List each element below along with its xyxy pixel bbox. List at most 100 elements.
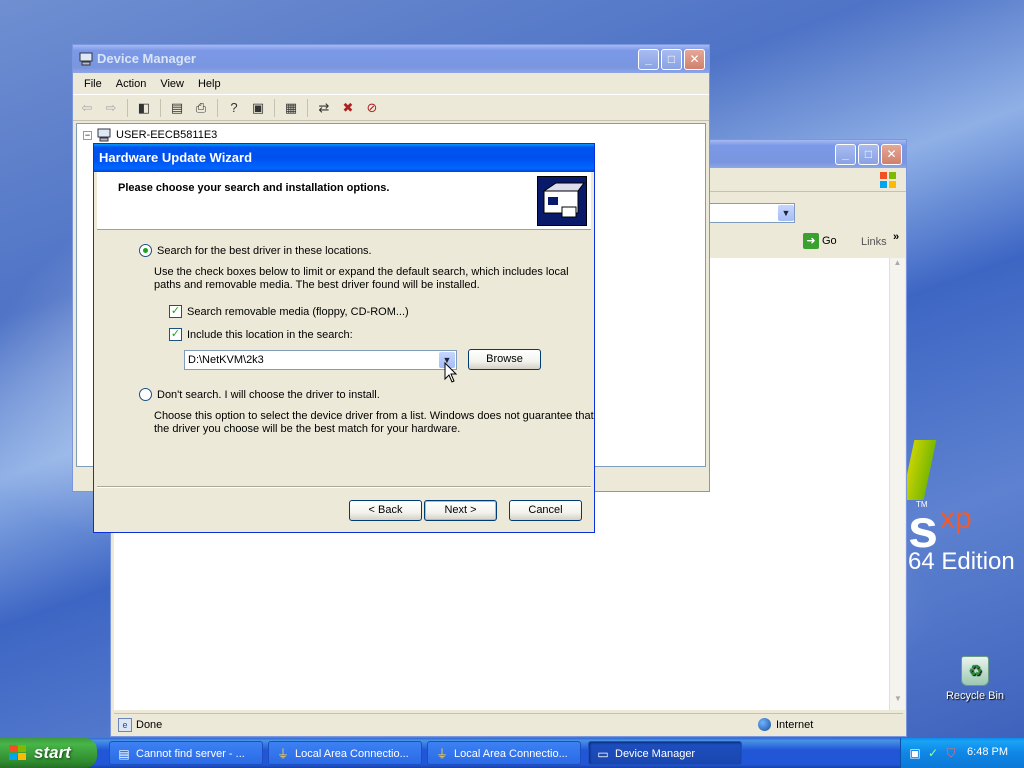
collapse-icon[interactable]: − bbox=[83, 130, 92, 140]
menu-file[interactable]: File bbox=[77, 78, 109, 90]
windows-flag-icon bbox=[878, 170, 898, 190]
toolbar-separator bbox=[127, 98, 128, 117]
page-done-icon: e bbox=[118, 717, 132, 732]
go-button[interactable]: ➜ Go bbox=[803, 233, 837, 249]
task-label: Local Area Connectio... bbox=[454, 748, 568, 760]
device-manager-titlebar[interactable]: Device Manager _ □ ✕ bbox=[73, 45, 709, 73]
minimize-button[interactable]: _ bbox=[638, 49, 659, 70]
print-icon[interactable]: ⎙ bbox=[191, 98, 211, 118]
search-option-description: Use the check boxes below to limit or ex… bbox=[154, 266, 569, 292]
radio-button-dont-search[interactable] bbox=[139, 388, 152, 401]
task-button-ie[interactable]: ▤ Cannot find server - ... bbox=[109, 741, 263, 765]
include-location-checkbox[interactable]: ✓ bbox=[169, 328, 182, 341]
dont-desc-line-2: the driver you choose will be the best m… bbox=[154, 423, 461, 435]
dont-desc-line-1: Choose this option to select the device … bbox=[154, 410, 594, 422]
browse-button[interactable]: Browse bbox=[468, 349, 541, 370]
maximize-button[interactable]: □ bbox=[661, 49, 682, 70]
scan-hardware-icon[interactable]: ▦ bbox=[281, 98, 301, 118]
network-icon: ⏚ bbox=[435, 747, 448, 761]
minimize-button[interactable]: _ bbox=[835, 144, 856, 165]
wizard-separator bbox=[97, 486, 591, 488]
taskbar: start ▤ Cannot find server - ... ⏚ Local… bbox=[0, 738, 1024, 768]
recycle-bin[interactable]: Recycle Bin bbox=[940, 656, 1010, 702]
search-desc-line-1: Use the check boxes below to limit or ex… bbox=[154, 266, 569, 278]
wizard-title: Hardware Update Wizard bbox=[99, 150, 253, 165]
close-button[interactable]: ✕ bbox=[684, 49, 705, 70]
wizard-titlebar[interactable]: Hardware Update Wizard bbox=[94, 144, 594, 172]
scrollbar-vertical[interactable]: ▲ ▼ bbox=[889, 258, 905, 710]
logo-xp-text: xp bbox=[940, 502, 972, 535]
ie-page-icon: ▤ bbox=[118, 747, 130, 761]
include-location-label: Include this location in the search: bbox=[187, 328, 353, 341]
computer-icon bbox=[97, 128, 111, 142]
dont-search-label: Don't search. I will choose the driver t… bbox=[157, 388, 380, 401]
mouse-cursor-icon bbox=[444, 362, 458, 383]
show-hide-tree-icon[interactable]: ◧ bbox=[134, 98, 154, 118]
removable-media-label: Search removable media (floppy, CD-ROM..… bbox=[187, 305, 409, 318]
security-tray-icon[interactable]: ✓ bbox=[925, 745, 941, 761]
scroll-up-icon[interactable]: ▲ bbox=[890, 258, 905, 274]
links-chevron-icon[interactable]: » bbox=[893, 231, 899, 243]
location-combobox[interactable]: D:\NetKVM\2k3 ▼ bbox=[184, 350, 457, 370]
recycle-bin-label: Recycle Bin bbox=[945, 690, 1005, 702]
go-label: Go bbox=[822, 235, 837, 247]
close-button[interactable]: ✕ bbox=[881, 144, 902, 165]
chevron-down-icon[interactable]: ▼ bbox=[778, 205, 794, 221]
dont-search-description: Choose this option to select the device … bbox=[154, 410, 594, 436]
uninstall-icon[interactable]: ✖ bbox=[338, 98, 358, 118]
globe-icon bbox=[758, 718, 771, 731]
help-icon[interactable]: ? bbox=[224, 98, 244, 118]
maximize-button[interactable]: □ bbox=[858, 144, 879, 165]
menu-view[interactable]: View bbox=[153, 78, 191, 90]
address-input[interactable]: ▼ bbox=[709, 203, 795, 223]
back-arrow-icon[interactable]: ⇦ bbox=[77, 98, 97, 118]
wizard-heading: Please choose your search and installati… bbox=[118, 182, 390, 194]
menu-help[interactable]: Help bbox=[191, 78, 228, 90]
menu-action[interactable]: Action bbox=[109, 78, 154, 90]
task-button-device-manager[interactable]: ▭ Device Manager bbox=[588, 741, 742, 765]
task-button-lan-1[interactable]: ⏚ Local Area Connectio... bbox=[268, 741, 422, 765]
cancel-button[interactable]: Cancel bbox=[509, 500, 582, 521]
search-option-radio[interactable]: Search for the best driver in these loca… bbox=[139, 244, 372, 257]
clock: 6:48 PM bbox=[967, 746, 1008, 758]
toolbar-separator bbox=[307, 98, 308, 117]
root-node-label: USER-EECB5811E3 bbox=[116, 129, 218, 141]
search-option-label: Search for the best driver in these loca… bbox=[157, 244, 372, 257]
back-button[interactable]: < Back bbox=[349, 500, 422, 521]
start-label: start bbox=[34, 743, 71, 762]
network-icon: ⏚ bbox=[276, 747, 289, 761]
toolbar: ⇦ ⇨ ◧ ▤ ⎙ ? ▣ ▦ ⇄ ✖ ⊘ bbox=[73, 95, 709, 121]
toolbar-separator bbox=[160, 98, 161, 117]
dont-search-option-radio[interactable]: Don't search. I will choose the driver t… bbox=[139, 388, 380, 401]
tree-root-node[interactable]: − USER-EECB5811E3 bbox=[83, 128, 217, 142]
view-icon[interactable]: ▣ bbox=[248, 98, 268, 118]
network-tray-icon[interactable]: ▣ bbox=[907, 745, 923, 761]
update-driver-icon[interactable]: ⇄ bbox=[314, 98, 334, 118]
task-label: Cannot find server - ... bbox=[136, 748, 245, 760]
start-button[interactable]: start bbox=[0, 738, 97, 768]
properties-icon[interactable]: ▤ bbox=[167, 98, 187, 118]
browser-statusbar: e Done Internet bbox=[114, 713, 903, 735]
location-value: D:\NetKVM\2k3 bbox=[188, 354, 264, 366]
include-location-checkbox-row[interactable]: ✓ Include this location in the search: bbox=[169, 328, 353, 341]
task-button-lan-2[interactable]: ⏚ Local Area Connectio... bbox=[427, 741, 581, 765]
next-button[interactable]: Next > bbox=[424, 500, 497, 521]
menu-bar: File Action View Help bbox=[73, 73, 709, 95]
task-label: Local Area Connectio... bbox=[295, 748, 409, 760]
search-desc-line-2: paths and removable media. The best driv… bbox=[154, 279, 480, 291]
hardware-update-wizard[interactable]: Hardware Update Wizard Please choose you… bbox=[93, 143, 595, 533]
links-label[interactable]: Links bbox=[861, 236, 887, 248]
logo-edition-text: 64 Edition bbox=[908, 548, 1015, 575]
window-title: Device Manager bbox=[97, 51, 196, 66]
disable-device-icon[interactable]: ⊘ bbox=[362, 98, 382, 118]
scroll-down-icon[interactable]: ▼ bbox=[890, 694, 906, 710]
removable-media-checkbox[interactable]: ✓ bbox=[169, 305, 182, 318]
forward-arrow-icon[interactable]: ⇨ bbox=[101, 98, 121, 118]
removable-media-checkbox-row[interactable]: ✓ Search removable media (floppy, CD-ROM… bbox=[169, 305, 409, 318]
wizard-header: Please choose your search and installati… bbox=[97, 172, 591, 230]
status-text: Done bbox=[136, 718, 163, 731]
recycle-bin-icon bbox=[961, 656, 989, 686]
go-arrow-icon: ➜ bbox=[803, 233, 819, 249]
shield-icon[interactable]: ⛉ bbox=[943, 745, 959, 761]
radio-button-search[interactable] bbox=[139, 244, 152, 257]
